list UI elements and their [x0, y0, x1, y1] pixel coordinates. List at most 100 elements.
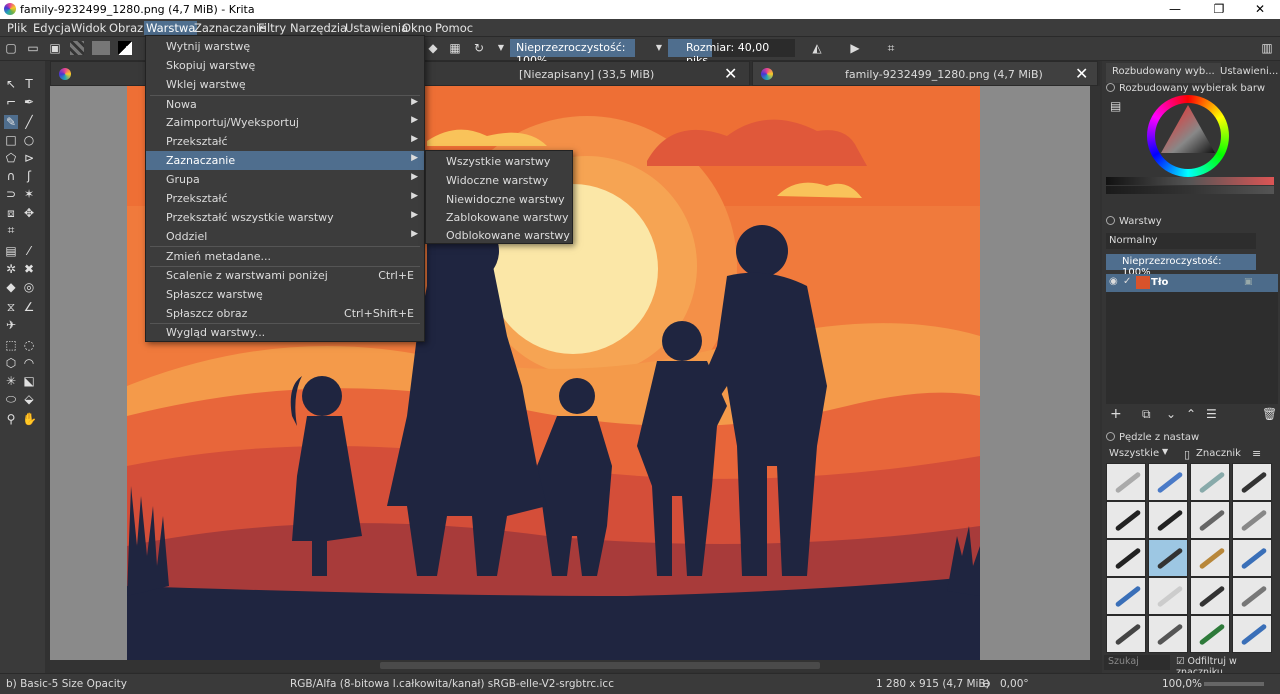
maximize-button[interactable]: ❐: [1204, 1, 1234, 18]
menu-item-split[interactable]: Oddziel ▶: [146, 227, 424, 246]
tab-close-icon[interactable]: ✕: [724, 64, 737, 83]
reload-preset-icon[interactable]: ↻: [472, 41, 486, 55]
zoom-tool-icon[interactable]: ⚲: [4, 412, 18, 426]
layer-properties-icon[interactable]: ☰: [1206, 407, 1217, 421]
tab-family-png[interactable]: family-9232499_1280.png (4,7 MiB) ✕: [752, 61, 1098, 86]
pan-tool-icon[interactable]: ✋: [22, 412, 37, 426]
measure-tool-icon[interactable]: ∠: [22, 300, 36, 314]
menu-item-cut-layer[interactable]: Wytnij warstwę: [146, 37, 424, 56]
multibrush-tool-icon[interactable]: ✶: [22, 187, 36, 201]
ellipse-tool-icon[interactable]: ○: [22, 133, 36, 147]
edit-shapes-tool-icon[interactable]: ⌐: [4, 95, 18, 109]
menu-zaznaczanie[interactable]: Zaznaczanie: [194, 21, 266, 35]
text-tool-icon[interactable]: T: [22, 77, 36, 91]
move-tool-icon[interactable]: ✥: [22, 206, 36, 220]
color-gradient-bar[interactable]: [1106, 177, 1274, 185]
delete-layer-icon[interactable]: 🗑: [1262, 407, 1277, 421]
new-document-icon[interactable]: ▢: [4, 41, 18, 55]
contiguous-select-tool-icon[interactable]: ✳: [4, 374, 18, 388]
dynamic-brush-tool-icon[interactable]: ⊃: [4, 187, 18, 201]
brush-preset[interactable]: [1190, 539, 1230, 577]
submenu-item-unlocked-layers[interactable]: Odblokowane warstwy: [426, 226, 572, 245]
add-layer-icon[interactable]: +: [1110, 406, 1122, 422]
menu-item-group[interactable]: Grupa ▶: [146, 170, 424, 189]
menu-edycja[interactable]: Edycja: [33, 21, 71, 35]
menu-item-transform-all[interactable]: Przekształć wszystkie warstwy ▶: [146, 208, 424, 227]
color-wheel[interactable]: [1147, 95, 1229, 177]
checkbox-icon[interactable]: ✓: [1123, 276, 1131, 287]
menu-item-transform[interactable]: Przekształć ▶: [146, 189, 424, 208]
brush-preset-selected[interactable]: [1148, 539, 1188, 577]
brush-preset[interactable]: [1232, 501, 1272, 539]
rotation-icon[interactable]: ⊖: [982, 678, 991, 690]
menu-item-layer-style[interactable]: Wygląd warstwy...: [146, 323, 424, 342]
brush-preset[interactable]: [1232, 615, 1272, 653]
bezier-select-tool-icon[interactable]: ⬭: [4, 392, 18, 406]
menu-okno[interactable]: Okno: [402, 21, 432, 35]
blend-mode-select[interactable]: Normalny: [1106, 233, 1256, 249]
reference-tool-icon[interactable]: ✈: [4, 318, 18, 332]
brush-tool-icon[interactable]: ✎: [4, 115, 18, 129]
brush-preset[interactable]: [1148, 501, 1188, 539]
menu-item-copy-layer[interactable]: Skopiuj warstwę: [146, 56, 424, 75]
brush-preset[interactable]: [1190, 463, 1230, 501]
submenu-item-invisible-layers[interactable]: Niewidoczne warstwy: [426, 190, 572, 209]
tab-close-icon[interactable]: ✕: [1075, 64, 1088, 83]
color-gradient-bar[interactable]: [1106, 186, 1274, 194]
smart-patch-tool-icon[interactable]: ✖: [22, 262, 36, 276]
brush-preset[interactable]: [1106, 577, 1146, 615]
opacity-dropdown-icon[interactable]: ▼: [652, 41, 666, 55]
menu-item-convert[interactable]: Przekształć ▶: [146, 132, 424, 151]
brush-preset[interactable]: [1190, 577, 1230, 615]
select-shapes-tool-icon[interactable]: ↖: [4, 77, 18, 91]
save-icon[interactable]: ▣: [48, 41, 62, 55]
brush-preset[interactable]: [1232, 463, 1272, 501]
enclose-fill-tool-icon[interactable]: ◎: [22, 280, 36, 294]
fg-bg-color-icon[interactable]: [118, 41, 132, 55]
color-settings-icon[interactable]: ▤: [1110, 99, 1121, 113]
similar-select-tool-icon[interactable]: ⬕: [22, 374, 36, 388]
tab-tool-options[interactable]: Ustawieni...: [1214, 63, 1280, 83]
brush-preset[interactable]: [1148, 577, 1188, 615]
line-tool-icon[interactable]: ╱: [22, 115, 36, 129]
visibility-eye-icon[interactable]: ◉: [1109, 276, 1118, 287]
submenu-item-all-layers[interactable]: Wszystkie warstwy: [426, 152, 572, 171]
ellipse-select-tool-icon[interactable]: ◌: [22, 338, 36, 352]
opacity-slider[interactable]: Nieprzezroczystość: 100%: [510, 39, 635, 67]
submenu-item-locked-layers[interactable]: Zablokowane warstwy: [426, 208, 572, 227]
status-zoom[interactable]: 100,0%: [1162, 678, 1202, 690]
menu-item-import-export[interactable]: Zaimportuj/Wyeksportuj ▶: [146, 113, 424, 132]
brush-preset[interactable]: [1190, 615, 1230, 653]
brush-preset[interactable]: [1106, 463, 1146, 501]
mirror-vertical-icon[interactable]: ▶: [848, 41, 862, 55]
move-layer-up-icon[interactable]: ⌃: [1186, 407, 1196, 421]
size-slider[interactable]: Rozmiar: 40,00 piks.: [668, 39, 795, 67]
layer-row[interactable]: ◉ ✓ Tło ▣: [1106, 274, 1278, 292]
mirror-horizontal-icon[interactable]: ◭: [810, 41, 824, 55]
open-folder-icon[interactable]: ▭: [26, 41, 40, 55]
fill-tool-icon[interactable]: ◆: [4, 280, 18, 294]
polygon-tool-icon[interactable]: ⬠: [4, 151, 18, 165]
freehand-select-tool-icon[interactable]: ◠: [22, 356, 36, 370]
magnetic-select-tool-icon[interactable]: ⬙: [22, 392, 36, 406]
list-view-icon[interactable]: ≡: [1252, 447, 1261, 460]
brush-preset[interactable]: [1148, 615, 1188, 653]
menu-item-paste-layer[interactable]: Wklej warstwę: [146, 75, 424, 94]
menu-narzedzia[interactable]: Narzędzia: [290, 21, 347, 35]
brush-preset[interactable]: [1148, 463, 1188, 501]
status-brush[interactable]: b) Basic-5 Size Opacity: [6, 678, 127, 690]
color-picker-tool-icon[interactable]: ⁄: [22, 244, 36, 258]
gradient-icon[interactable]: [70, 41, 84, 55]
colorize-mask-tool-icon[interactable]: ✲: [4, 262, 18, 276]
preserve-alpha-icon[interactable]: ▦: [448, 41, 462, 55]
menu-item-edit-metadata[interactable]: Zmień metadane...: [146, 247, 424, 266]
menu-plik[interactable]: Plik: [7, 21, 27, 35]
scrollbar-thumb[interactable]: [380, 662, 820, 669]
brush-search-input[interactable]: Szukaj: [1104, 655, 1170, 670]
rectangle-tool-icon[interactable]: □: [4, 133, 18, 147]
layer-opacity-slider[interactable]: Nieprzezroczystość: 100%: [1106, 254, 1256, 278]
brush-preset[interactable]: [1232, 577, 1272, 615]
gradient-tool-icon[interactable]: ▤: [4, 244, 18, 258]
crop-tool-icon[interactable]: ⌗: [4, 223, 18, 237]
color-triangle[interactable]: [1147, 95, 1229, 177]
